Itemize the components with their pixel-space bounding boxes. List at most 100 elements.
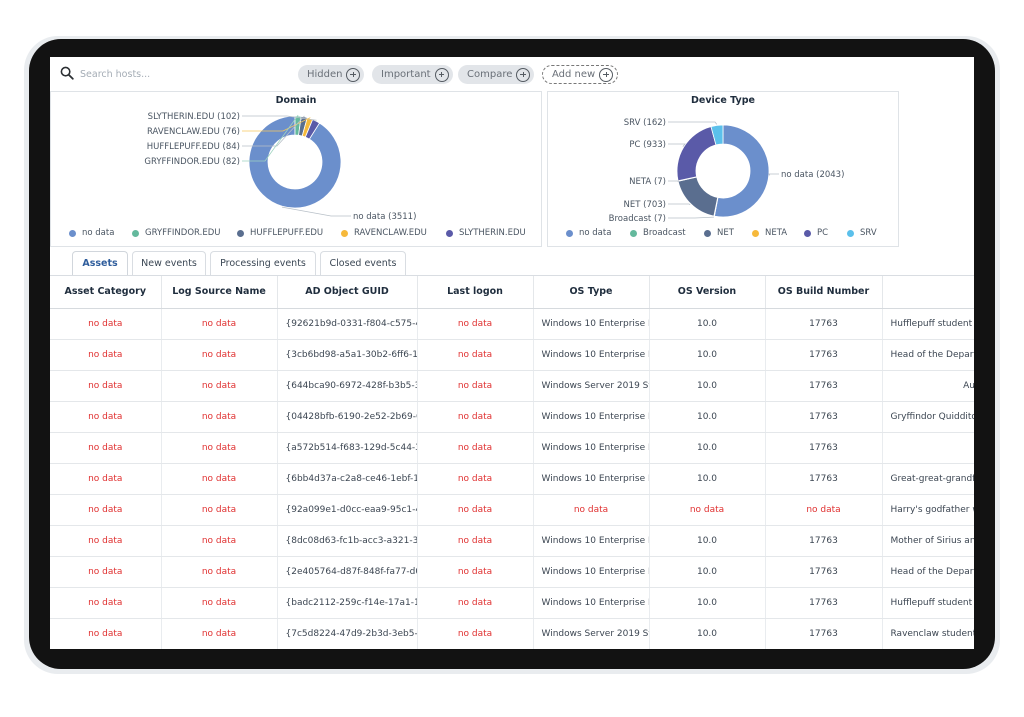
compare-filter-label: Compare [467, 69, 513, 80]
column-header[interactable]: OS Build Number [765, 276, 883, 309]
device-type-legend: no data Broadcast NET NETA PC SRV [548, 228, 898, 240]
table-cell: Windows 10 Enterprise LT [533, 339, 650, 371]
legend-label: NETA [765, 228, 788, 238]
table-cell: no data [417, 463, 534, 495]
tab-label: Assets [82, 258, 118, 269]
compare-filter-chip[interactable]: Compare [458, 65, 535, 84]
legend-item[interactable]: no data [566, 228, 611, 238]
add-new-filter-chip[interactable]: Add new [542, 65, 619, 84]
table-cell: 10.0 [649, 432, 766, 464]
column-header[interactable]: OS Type [533, 276, 650, 309]
table-cell: Windows Server 2019 Sta [533, 370, 650, 402]
search-icon[interactable] [60, 66, 74, 80]
add-circle-icon[interactable] [516, 67, 531, 82]
legend-label: SLYTHERIN.EDU [459, 228, 526, 238]
tab-closed-events[interactable]: Closed events [320, 251, 406, 275]
legend-label: NET [717, 228, 734, 238]
legend-dot [752, 229, 759, 237]
donut-slice[interactable] [676, 126, 717, 182]
legend-dot [237, 229, 244, 237]
table-cell: Windows 10 Enterprise LT [533, 401, 650, 433]
table-cell: 10.0 [649, 525, 766, 557]
table-cell: Hufflepuff student [882, 308, 974, 340]
table-row[interactable]: no data no data {2e405764-d87f-848f-fa77-d… [50, 556, 974, 588]
important-filter-chip[interactable]: Important [372, 65, 453, 84]
table-header-row: Asset Category Log Source Name AD Object G… [50, 276, 974, 309]
add-circle-icon[interactable] [346, 67, 361, 82]
table-cell: {04428bfb-6190-2e52-2b69-65 [277, 401, 418, 433]
slice-label: SRV (162) [624, 118, 666, 128]
legend-label: GRYFFINDOR.EDU [145, 228, 221, 238]
tab-assets[interactable]: Assets [72, 251, 128, 275]
table-cell: no data [161, 556, 278, 588]
column-header[interactable]: Last logon [417, 276, 534, 309]
legend-item[interactable]: SLYTHERIN.EDU [446, 228, 526, 238]
table-cell: Ravenclaw student [882, 618, 974, 649]
column-header[interactable]: Log Source Name [161, 276, 278, 309]
column-header[interactable]: OS Version [649, 276, 766, 309]
table-cell: 17763 [765, 432, 883, 464]
legend-item[interactable]: HUFFLEPUFF.EDU [237, 228, 323, 238]
donut-slice[interactable] [677, 176, 719, 217]
table-row[interactable]: no data no data {7c5d8224-47d9-2b3d-3eb5-8… [50, 618, 974, 649]
domain-chart-panel: Domain SLYTHERIN.EDU (102) RAVENCLAW.EDU … [50, 91, 542, 247]
legend-item[interactable]: NET [704, 228, 734, 238]
table-cell: Harry's godfather w [882, 494, 974, 526]
table-cell: 17763 [765, 370, 883, 402]
label-leader-line [768, 173, 779, 176]
table-cell: 10.0 [649, 308, 766, 340]
legend-item[interactable]: no data [69, 228, 114, 238]
legend-item[interactable]: RAVENCLAW.EDU [341, 228, 427, 238]
add-circle-icon[interactable] [599, 67, 614, 82]
legend-dot [446, 229, 453, 237]
tab-processing-events[interactable]: Processing events [210, 251, 316, 275]
table-cell: Gryffindor Quiddito [882, 401, 974, 433]
table-row[interactable]: no data no data {3cb6bd98-a5a1-30b2-6ff6-1… [50, 339, 974, 371]
legend-item[interactable]: GRYFFINDOR.EDU [132, 228, 220, 238]
device-type-donut-chart: SRV (162) PC (933) NETA (7) NET (703) Broadc… [609, 118, 845, 224]
table-cell: Great-great-grandf [882, 463, 974, 495]
table-cell: no data [50, 432, 162, 464]
table-row[interactable]: no datano data{92621b9d-0331-f804-c575-4… [50, 308, 974, 340]
table-cell: 17763 [765, 556, 883, 588]
table-row[interactable]: no data no data {6bb4d37a-c2a8-ce46-1ebf-1… [50, 463, 974, 495]
table-cell: no data [161, 525, 278, 557]
add-circle-icon[interactable] [434, 67, 449, 82]
legend-dot [69, 229, 76, 237]
table-cell: 17763 [765, 308, 883, 340]
table-row[interactable]: no data no data {a572b514-f683-129d-5c44-3… [50, 432, 974, 464]
legend-label: no data [82, 228, 115, 238]
table-cell: no data [161, 463, 278, 495]
table-cell: 10.0 [649, 587, 766, 619]
column-header[interactable]: AD Object GUID [277, 276, 418, 309]
label-leader-line [281, 206, 351, 217]
table-row[interactable]: no data no data {92a099e1-d0cc-eaa9-95c1-4… [50, 494, 974, 526]
tab-new-events[interactable]: New events [132, 251, 206, 275]
legend-item[interactable]: NETA [752, 228, 787, 238]
column-header[interactable]: Asset Category [50, 276, 162, 309]
table-cell: no data [50, 463, 162, 495]
table-row[interactable]: no data no data {644bca90-6972-428f-b3b5-3… [50, 370, 974, 402]
table-cell: no data [50, 525, 162, 557]
table-cell: Hufflepuff student [882, 587, 974, 619]
table-cell: no data [161, 401, 278, 433]
event-tabs: Assets New events Processing events Clos… [72, 251, 410, 275]
search-input[interactable] [80, 65, 230, 83]
table-cell: Author of [882, 370, 974, 402]
search-toolbar: Hidden Important Compare Add new [50, 57, 974, 91]
hidden-filter-chip[interactable]: Hidden [298, 65, 365, 84]
legend-dot [847, 229, 854, 237]
legend-item[interactable]: PC [804, 228, 828, 238]
legend-item[interactable]: Broadcast [630, 228, 686, 238]
table-row[interactable]: no data no data {04428bfb-6190-2e52-2b69-6… [50, 401, 974, 433]
table-row[interactable]: no data no data {8dc08d63-fc1b-acc3-a321-3… [50, 525, 974, 557]
legend-item[interactable]: SRV [847, 228, 877, 238]
slice-label: Broadcast (7) [609, 214, 666, 224]
column-header[interactable]: AD [882, 276, 974, 309]
table-cell: no data [161, 339, 278, 371]
slice-label: PC (933) [629, 140, 666, 150]
table-row[interactable]: no data no data {badc2112-259c-f14e-17a1-1… [50, 587, 974, 619]
legend-label: RAVENCLAW.EDU [354, 228, 427, 238]
table-cell: no data [50, 401, 162, 433]
add-new-filter-label: Add new [552, 69, 596, 80]
